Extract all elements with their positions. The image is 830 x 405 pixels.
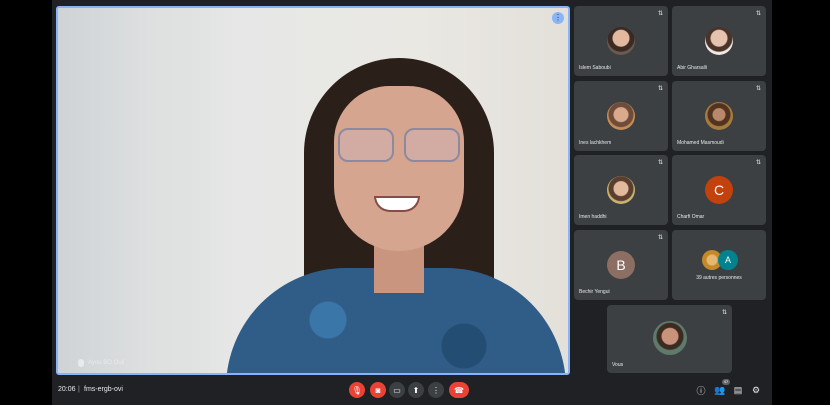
mic-off-icon: ⇅ (721, 310, 727, 316)
mic-off-icon: ⇅ (755, 160, 761, 166)
participant-avatar (607, 102, 635, 130)
speaker-glasses (338, 128, 468, 162)
phone-hangup-icon: ☎ (454, 385, 464, 395)
participant-name: Mohamed Masmoudi (677, 140, 724, 146)
separator: | (78, 386, 80, 393)
mic-off-icon: ⇅ (657, 160, 663, 166)
info-icon[interactable]: ⓘ (695, 384, 707, 396)
meet-window: ⋮ Ayou BO Ouli ⇅ Islem Saboubi ⇅ Abir Gh… (52, 0, 772, 405)
self-avatar (652, 321, 687, 355)
participant-tile[interactable]: ⇅ Ines lachkhem (574, 81, 668, 151)
meeting-code: fms-ergb-ovi (84, 386, 123, 393)
participant-name: Charfi Omar (677, 214, 705, 220)
speaker-face (334, 86, 464, 251)
more-vert-icon: ⋮ (432, 385, 440, 395)
participant-tile[interactable]: ⇅ B Bechir Yengui (574, 230, 668, 300)
clock: 20:06 (58, 386, 76, 393)
mic-off-button[interactable]: 🎙 (349, 382, 365, 398)
participant-name: Islem Saboubi (579, 65, 611, 71)
participant-avatar: A (718, 250, 738, 270)
mic-off-icon: ⇅ (755, 11, 761, 17)
participant-name: Ines lachkhem (579, 140, 612, 146)
mic-off-icon: ⇅ (657, 11, 663, 17)
participant-name: Abir Gharsalli (677, 65, 708, 71)
present-button[interactable]: ⬆ (408, 382, 424, 398)
participant-avatar: C (705, 176, 733, 204)
participant-name: Imen haddhi (579, 214, 607, 220)
mic-icon (78, 359, 84, 367)
more-participants-label: 39 autres personnes (696, 275, 742, 281)
more-options-button[interactable]: ⋮ (428, 382, 444, 398)
more-participants-avatars: A (702, 250, 742, 270)
participant-tile[interactable]: ⇅ Islem Saboubi (574, 6, 668, 76)
participant-avatar (705, 27, 733, 55)
camera-off-icon: ◙ (375, 385, 381, 395)
people-icon[interactable]: 👥 (714, 384, 726, 396)
bottom-bar: 20:06 | fms-ergb-ovi 🎙 ◙ ▭ ⬆ ⋮ ☎ ⓘ 👥 47 … (52, 376, 772, 405)
participant-avatar (607, 27, 635, 55)
mic-off-icon: ⇅ (657, 86, 663, 92)
participant-avatar (607, 176, 635, 204)
tile-options-icon[interactable]: ⋮ (552, 12, 564, 24)
participant-tile[interactable]: ⇅ Abir Gharsalli (672, 6, 766, 76)
main-speaker-label: Ayou BO Ouli (78, 359, 124, 367)
camera-off-button[interactable]: ◙ (370, 382, 386, 398)
mic-off-icon: ⇅ (657, 235, 663, 241)
activities-icon[interactable]: ⚙ (750, 384, 762, 396)
main-speaker-name: Ayou BO Ouli (88, 360, 125, 366)
self-view-tile[interactable]: ⇅ Vous (607, 305, 732, 373)
captions-icon: ▭ (393, 385, 401, 395)
letterbox-left (0, 0, 52, 405)
present-icon: ⬆ (412, 385, 420, 395)
participant-avatar (705, 102, 733, 130)
self-name: Vous (612, 362, 624, 368)
participant-name: Bechir Yengui (579, 289, 610, 295)
participant-tile[interactable]: ⇅ C Charfi Omar (672, 155, 766, 225)
participant-avatar: B (607, 251, 635, 279)
mic-off-icon: 🎙 (351, 385, 363, 395)
more-participants-tile[interactable]: A 39 autres personnes (672, 230, 766, 300)
main-speaker-tile[interactable]: ⋮ Ayou BO Ouli (56, 6, 570, 375)
participant-count-badge: 47 (722, 379, 730, 385)
leave-call-button[interactable]: ☎ (449, 382, 469, 398)
participant-tile[interactable]: ⇅ Mohamed Masmoudi (672, 81, 766, 151)
participant-tile[interactable]: ⇅ Imen haddhi (574, 155, 668, 225)
mic-off-icon: ⇅ (755, 86, 761, 92)
background-curtain (58, 8, 228, 373)
chat-icon[interactable]: ▤ (732, 384, 744, 396)
captions-button[interactable]: ▭ (389, 382, 405, 398)
letterbox-right (772, 0, 830, 405)
